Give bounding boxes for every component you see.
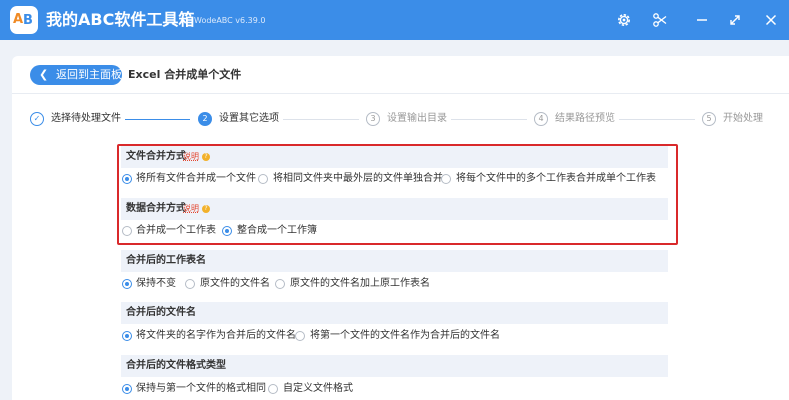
expand-icon[interactable]	[726, 11, 744, 29]
radio-filename-plus-sheet[interactable]	[275, 279, 285, 289]
step-3-label: 设置输出目录	[387, 113, 447, 124]
app-title: 我的ABC软件工具箱	[46, 10, 195, 29]
app-logo-icon: A B	[10, 6, 38, 34]
option-label[interactable]: 将文件夹的名字作为合并后的文件名	[136, 329, 296, 343]
section-title: 合并后的文件名	[126, 307, 196, 318]
back-to-main-button[interactable]: ❮ 返回到主面板	[30, 65, 122, 85]
step-3-number: 3	[366, 112, 380, 126]
highlight-box	[117, 144, 678, 245]
step-2-label: 设置其它选项	[219, 113, 279, 124]
step-connector	[283, 119, 359, 120]
title-bar: A B 我的ABC软件工具箱 WodeABC v6.39.0	[0, 0, 789, 40]
option-label[interactable]: 将第一个文件的文件名作为合并后的文件名	[310, 329, 500, 343]
radio-folder-name[interactable]	[122, 331, 132, 341]
step-5-label: 开始处理	[723, 113, 763, 124]
step-1-label: 选择待处理文件	[51, 113, 121, 124]
back-button-label: 返回到主面板	[56, 68, 122, 81]
step-4-number: 4	[534, 112, 548, 126]
step-1-check-icon: ✓	[30, 112, 44, 126]
sheet-name-section-header: 合并后的工作表名	[121, 250, 668, 272]
app-version: WodeABC v6.39.0	[194, 16, 266, 25]
step-connector	[619, 119, 695, 120]
minimize-icon[interactable]	[693, 11, 711, 29]
close-icon[interactable]	[762, 11, 780, 29]
scissors-icon[interactable]	[651, 11, 669, 29]
radio-custom-format[interactable]	[268, 384, 278, 394]
step-connector	[125, 119, 190, 120]
header-divider	[12, 93, 789, 94]
step-4-label: 结果路径预览	[555, 113, 615, 124]
radio-keep-name[interactable]	[122, 279, 132, 289]
option-label[interactable]: 原文件的文件名加上原工作表名	[290, 277, 430, 291]
file-name-section-header: 合并后的文件名	[121, 302, 668, 324]
gear-icon[interactable]	[615, 11, 633, 29]
section-title: 合并后的文件格式类型	[126, 360, 226, 371]
chevron-left-icon: ❮	[39, 68, 49, 81]
step-5-number: 5	[702, 112, 716, 126]
step-2-number: 2	[198, 112, 212, 126]
option-label[interactable]: 保持与第一个文件的格式相同	[136, 382, 266, 396]
option-label[interactable]: 原文件的文件名	[200, 277, 270, 291]
option-label[interactable]: 保持不变	[136, 277, 176, 291]
page-title: Excel 合并成单个文件	[128, 68, 242, 81]
radio-source-filename[interactable]	[185, 279, 195, 289]
file-format-section-header: 合并后的文件格式类型	[121, 355, 668, 377]
radio-same-format[interactable]	[122, 384, 132, 394]
radio-first-file-name[interactable]	[295, 331, 305, 341]
section-title: 合并后的工作表名	[126, 255, 206, 266]
option-label[interactable]: 自定义文件格式	[283, 382, 353, 396]
step-connector	[451, 119, 527, 120]
